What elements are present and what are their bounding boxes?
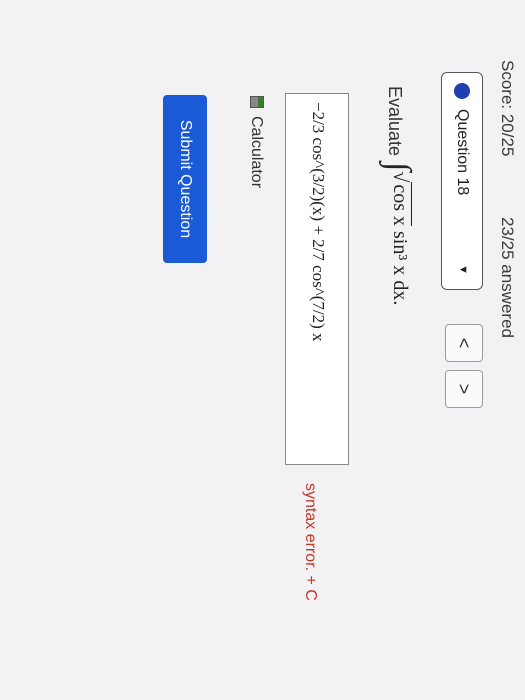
previous-question-button[interactable]: <: [445, 324, 483, 362]
submit-question-button[interactable]: Submit Question: [163, 95, 207, 263]
calculator-icon: [250, 96, 264, 108]
integrand-root: cos x: [389, 182, 412, 226]
score-text: Score: 20/25: [498, 60, 517, 157]
question-prompt: Evaluate: [385, 86, 405, 157]
chevron-down-icon: ▼: [457, 264, 469, 275]
answer-value: −2/3 cos^(3/2)(x) + 2/7 cos^(7/2) x: [309, 102, 328, 342]
question-selector[interactable]: Question 18 ▼: [441, 72, 483, 290]
integrand-rest: sin³ x dx.: [389, 225, 411, 306]
photo-frame: Score: 20/25 23/25 answered Question 18 …: [0, 0, 525, 700]
integral-sign: ∫: [380, 162, 417, 172]
question-selector-label: Question 18: [454, 109, 471, 196]
question-status-dot: [454, 83, 470, 99]
syntax-error-message: syntax error. + C: [302, 483, 319, 601]
answered-count: 23/25 answered: [498, 217, 517, 338]
sqrt-sign: √: [389, 171, 411, 183]
answer-field[interactable]: −2/3 cos^(3/2)(x) + 2/7 cos^(7/2) x: [285, 93, 349, 465]
next-question-button[interactable]: >: [445, 370, 483, 408]
question-page: Score: 20/25 23/25 answered Question 18 …: [0, 0, 525, 700]
integral-expression: ∫√cos x sin³ x dx.: [379, 162, 417, 305]
calculator-label: Calculator: [248, 116, 265, 189]
calculator-link[interactable]: Calculator: [247, 96, 265, 188]
